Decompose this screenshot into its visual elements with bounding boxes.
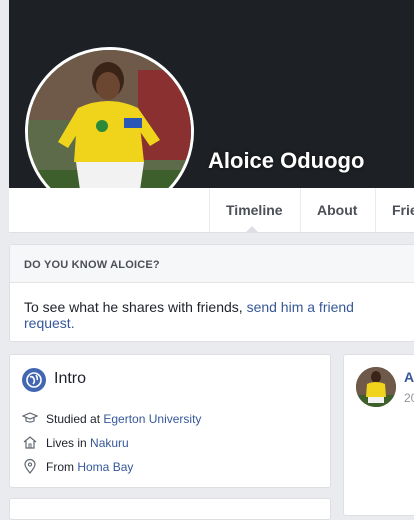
do-you-know-text: To see what he shares with friends, send… (10, 283, 414, 331)
education-link[interactable]: Egerton University (103, 412, 201, 426)
do-you-know-heading: DO YOU KNOW ALOICE? (10, 245, 414, 283)
intro-card: Intro Studied at Egerton University Live… (9, 354, 331, 488)
home-icon (23, 436, 37, 449)
current-city-link[interactable]: Nakuru (90, 436, 129, 450)
post-date[interactable]: 20 (404, 391, 414, 405)
hometown-link[interactable]: Homa Bay (77, 460, 133, 474)
intro-education-prefix: Studied at (46, 412, 104, 426)
lower-card (9, 498, 331, 520)
intro-title: Intro (54, 370, 87, 387)
location-pin-icon (24, 459, 36, 474)
active-tab-indicator (246, 226, 258, 232)
globe-icon (22, 368, 46, 392)
post-author-avatar[interactable] (356, 367, 396, 407)
post-card: A 20 (343, 354, 414, 516)
profile-tab-bar: Timeline About Friends (9, 188, 414, 233)
post-author-name[interactable]: A (404, 369, 414, 385)
do-you-know-card: DO YOU KNOW ALOICE? To see what he share… (9, 244, 414, 342)
profile-name[interactable]: Aloice Oduogo (208, 148, 364, 174)
intro-lives-prefix: Lives in (46, 436, 91, 450)
intro-from-prefix: From (46, 460, 78, 474)
friend-request-prompt: To see what he shares with friends, (24, 299, 247, 315)
tab-about[interactable]: About (300, 188, 375, 232)
graduation-cap-icon (22, 412, 38, 423)
tab-friends[interactable]: Friends (375, 188, 414, 232)
